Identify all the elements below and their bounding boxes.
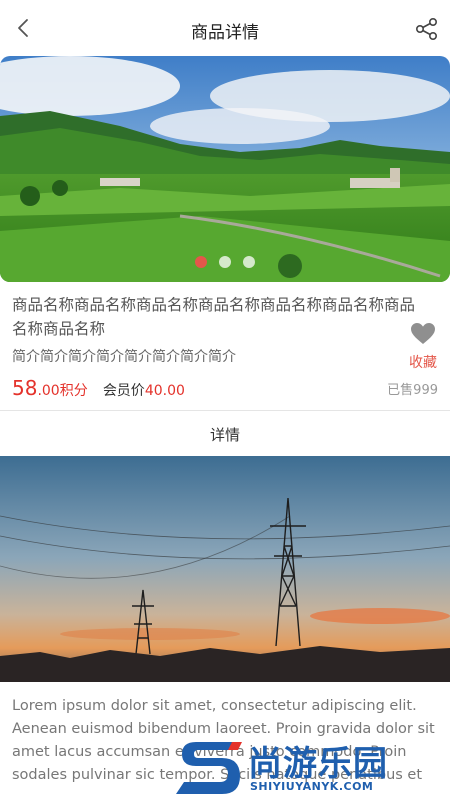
carousel-dot[interactable] bbox=[243, 256, 255, 268]
product-image-carousel[interactable] bbox=[0, 56, 450, 282]
favorite-button[interactable]: 收藏 bbox=[406, 322, 440, 372]
price-row: 58.00积分 会员价40.00 已售999 bbox=[12, 376, 438, 400]
watermark-logo-icon bbox=[174, 734, 246, 800]
price-points: 58 bbox=[12, 376, 38, 400]
heart-icon bbox=[410, 323, 436, 350]
sold-count: 已售999 bbox=[387, 383, 438, 398]
product-name: 商品名称商品名称商品名称商品名称商品名称商品名称商品名称商品名称 bbox=[12, 296, 416, 338]
navbar: 商品详情 bbox=[0, 0, 450, 56]
product-intro: 简介简介简介简介简介简介简介简介 bbox=[12, 349, 236, 365]
landscape-photo bbox=[0, 56, 450, 282]
price-points-decimal: .00积分 bbox=[37, 383, 88, 399]
watermark-text: 尚游乐园 bbox=[248, 744, 388, 784]
carousel-dot[interactable] bbox=[219, 256, 231, 268]
site-watermark: 尚游乐园 SHIYIUYANYK.COM bbox=[174, 734, 446, 800]
favorite-label: 收藏 bbox=[409, 355, 437, 371]
member-price-label: 会员价 bbox=[102, 383, 145, 399]
share-icon[interactable] bbox=[414, 16, 440, 42]
details-title: 详情 bbox=[209, 426, 240, 444]
watermark-url: SHIYIUYANYK.COM bbox=[250, 780, 374, 793]
carousel-dot-active[interactable] bbox=[195, 256, 207, 268]
divider bbox=[0, 410, 450, 411]
member-price: 40.00 bbox=[144, 383, 185, 399]
carousel-indicators bbox=[0, 256, 450, 268]
page-title: 商品详情 bbox=[191, 23, 259, 43]
detail-photo bbox=[0, 456, 450, 682]
